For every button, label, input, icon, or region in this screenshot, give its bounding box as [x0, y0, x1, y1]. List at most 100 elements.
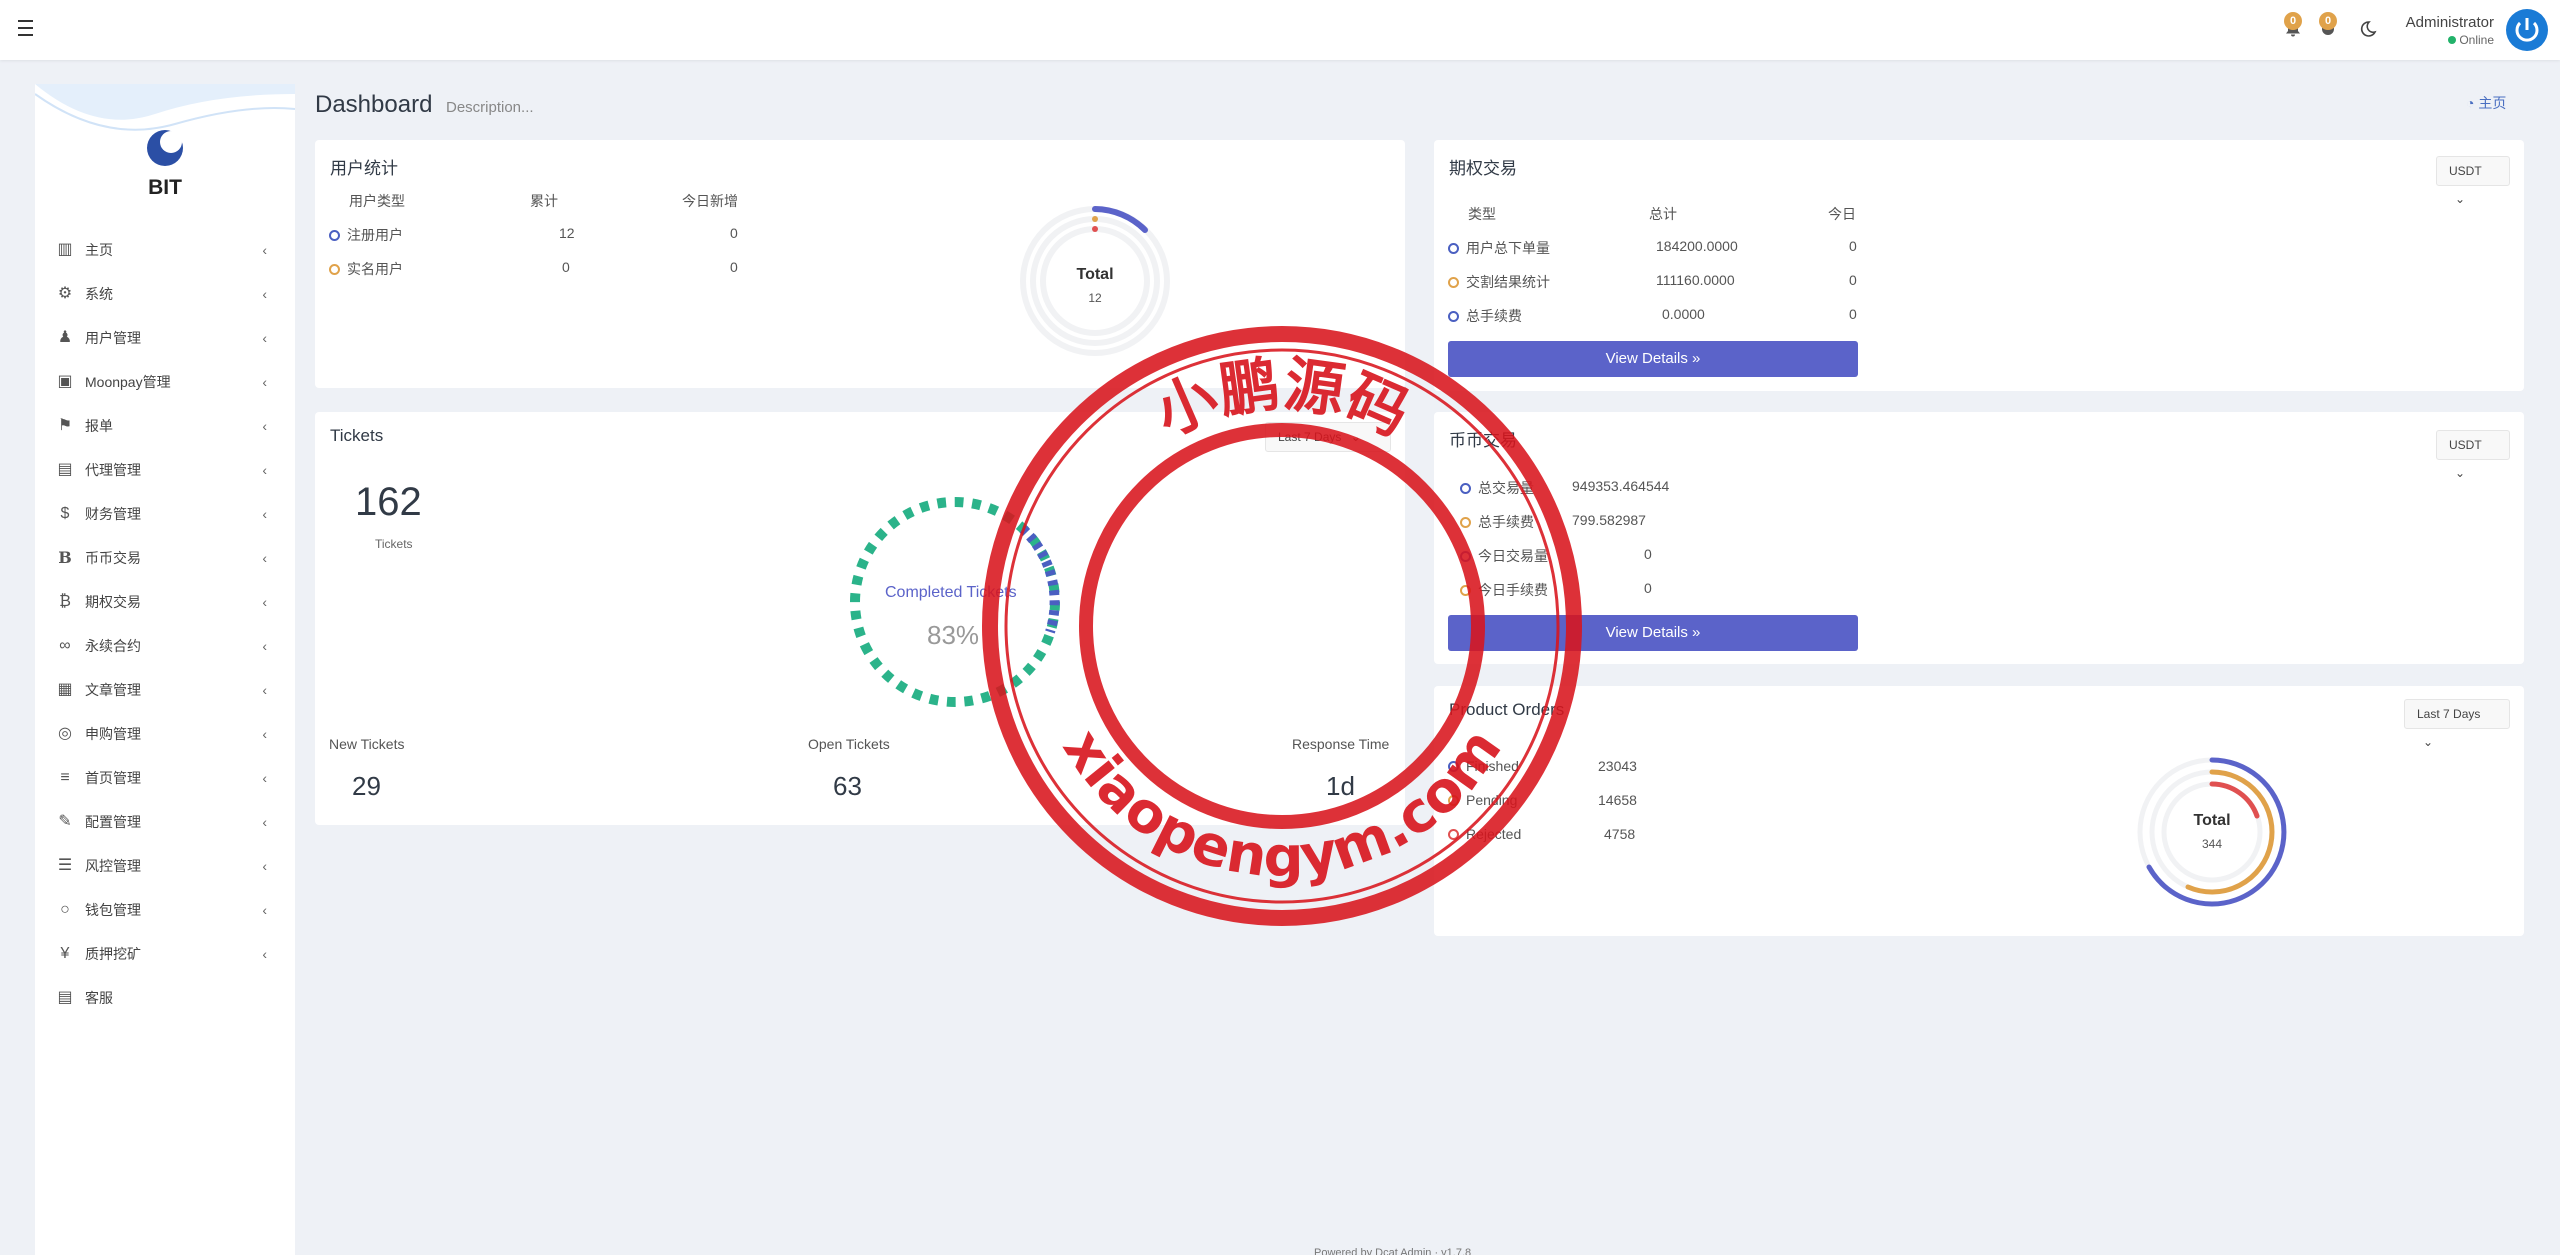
chevron-left-icon: ‹ [262, 330, 267, 346]
sidebar-item-articles[interactable]: ▦ 文章管理 ‹ [35, 668, 295, 712]
page-title: Dashboard [315, 91, 433, 118]
sidebar-item-homepage[interactable]: ≡ 首页管理 ‹ [35, 756, 295, 800]
id-card-icon: ▤ [57, 461, 73, 478]
sidebar-item-perpetual[interactable]: ∞ 永续合约 ‹ [35, 624, 295, 668]
circle-icon: ○ [60, 901, 70, 918]
card-title: 用户统计 [330, 159, 398, 178]
table-row: 交割结果统计 [1448, 272, 1550, 292]
table-cell: 0 [1849, 306, 1857, 322]
user-stats-card: 用户统计 用户类型 累计 今日新增 注册用户 12 0 实名用户 0 0 Tot… [315, 140, 1405, 388]
legend-dot-icon [1460, 551, 1471, 562]
table-row: 用户总下单量 [1448, 238, 1550, 258]
bar-chart-icon: ▥ [57, 241, 73, 258]
table-row: 实名用户 [329, 259, 403, 279]
notification-bell-icon[interactable]: 0 [2282, 12, 2304, 40]
stat-row: 总交易量 [1460, 478, 1534, 498]
currency-select[interactable]: USDT ⌄ [2436, 430, 2510, 480]
column-header: 今日新增 [682, 193, 738, 209]
date-range-select[interactable]: Last 7 Days ⌄ [2404, 699, 2510, 749]
currency-select[interactable]: USDT ⌄ [2436, 156, 2510, 206]
bitcoin-icon: ₿ [59, 593, 71, 610]
sidebar-item-staking[interactable]: ¥ 质押挖矿 ‹ [35, 932, 295, 976]
user-info[interactable]: Administrator Online [2406, 14, 2494, 47]
stat-value: 4758 [1604, 826, 1636, 842]
legend-dot-icon [1448, 761, 1459, 772]
view-details-button[interactable]: View Details » [1448, 615, 1858, 651]
sidebar-item-agents[interactable]: ▤ 代理管理 ‹ [35, 448, 295, 492]
completed-tickets-ring [850, 497, 1060, 707]
sidebar-item-risk[interactable]: ☰ 风控管理 ‹ [35, 844, 295, 888]
sidebar-item-system[interactable]: ⚙ 系统 ‹ [35, 272, 295, 316]
flag-icon: ⚑ [57, 417, 73, 434]
sidebar-item-users[interactable]: ♟ 用户管理 ‹ [35, 316, 295, 360]
table-cell: 0 [562, 259, 570, 275]
legend-dot-icon [1448, 829, 1459, 840]
column-header: 类型 [1468, 206, 1496, 222]
table-cell: 111160.0000 [1656, 272, 1735, 288]
tickets-card: Tickets Last 7 Days ⌄ 162 Tickets Comple… [315, 412, 1405, 825]
menu-toggle-icon[interactable] [18, 20, 38, 38]
chevron-left-icon: ‹ [262, 682, 267, 698]
sidebar-item-orders[interactable]: ⚑ 报单 ‹ [35, 404, 295, 448]
chevron-left-icon: ‹ [262, 902, 267, 918]
chevron-left-icon: ‹ [262, 462, 267, 478]
stat-value: 0 [1644, 580, 1652, 596]
dark-mode-moon-icon[interactable] [2356, 18, 2378, 40]
list-icon: ≡ [60, 769, 70, 786]
donut-value: 344 [2201, 837, 2223, 851]
life-ring-icon: ◎ [58, 725, 72, 742]
table-cell: 0 [1849, 272, 1857, 288]
online-dot-icon [2448, 36, 2457, 44]
chevron-down-icon: ⌄ [1350, 430, 1361, 444]
table-cell: 0 [730, 225, 738, 241]
wrench-icon: ✎ [58, 813, 72, 830]
sidebar-item-spot[interactable]: B 币币交易 ‹ [35, 536, 295, 580]
sidebar-item-support[interactable]: ▤ 客服 [35, 976, 295, 1020]
view-details-button[interactable]: View Details » [1448, 341, 1858, 377]
user-name: Administrator [2405, 14, 2494, 31]
table-row: 注册用户 [329, 225, 403, 245]
legend-dot-icon [1460, 483, 1471, 494]
stat-value: 29 [352, 771, 381, 801]
newspaper-icon: ▦ [57, 681, 73, 698]
card-title: Product Orders [1449, 700, 1565, 719]
avatar[interactable] [2506, 9, 2548, 51]
chevron-left-icon: ‹ [262, 242, 267, 258]
contact-card-icon: ▤ [57, 989, 73, 1006]
brand-name: BIT [148, 176, 182, 199]
table-cell: 0 [730, 259, 738, 275]
stat-value: 949353.464544 [1572, 478, 1670, 494]
sidebar-item-finance[interactable]: $ 财务管理 ‹ [35, 492, 295, 536]
card-title: 币币交易 [1449, 431, 1517, 450]
yen-icon: ¥ [60, 945, 70, 962]
stat-label: New Tickets [329, 736, 405, 752]
column-header: 今日 [1828, 206, 1856, 222]
chevron-left-icon: ‹ [262, 594, 267, 610]
ring-value: 83% [927, 620, 980, 650]
stat-value: 23043 [1598, 758, 1637, 774]
stat-value: 0 [1644, 546, 1652, 562]
sidebar-item-options[interactable]: ₿ 期权交易 ‹ [35, 580, 295, 624]
sidebar-item-subscription[interactable]: ◎ 申购管理 ‹ [35, 712, 295, 756]
dollar-icon: $ [60, 505, 70, 522]
chevron-down-icon: ⌄ [2455, 192, 2466, 206]
chevron-down-icon: ⌄ [2455, 466, 2466, 480]
stat-value: 1d [1326, 771, 1355, 801]
stat-label: Open Tickets [808, 736, 890, 752]
messages-badge: 0 [2319, 12, 2337, 30]
ticket-total-label: Tickets [375, 537, 413, 551]
user-status: Online [2406, 33, 2494, 47]
sidebar-item-moonpay[interactable]: ▣ Moonpay管理 ‹ [35, 360, 295, 404]
sidebar-item-home[interactable]: ▥ 主页 ‹ [35, 228, 295, 272]
date-range-select[interactable]: Last 7 Days ⌄ [1265, 422, 1391, 452]
messages-icon[interactable]: 0 [2317, 12, 2339, 40]
stat-row: Pending [1448, 792, 1517, 808]
chevron-left-icon: ‹ [262, 770, 267, 786]
chevron-down-icon: ⌄ [2423, 735, 2434, 749]
sidebar-item-config[interactable]: ✎ 配置管理 ‹ [35, 800, 295, 844]
product-orders-donut [2137, 757, 2287, 907]
sidebar-item-wallet[interactable]: ○ 钱包管理 ‹ [35, 888, 295, 932]
chevron-left-icon: ‹ [262, 418, 267, 434]
breadcrumb[interactable]: ◔ 主页 [2466, 93, 2506, 113]
chevron-left-icon: ‹ [262, 858, 267, 874]
